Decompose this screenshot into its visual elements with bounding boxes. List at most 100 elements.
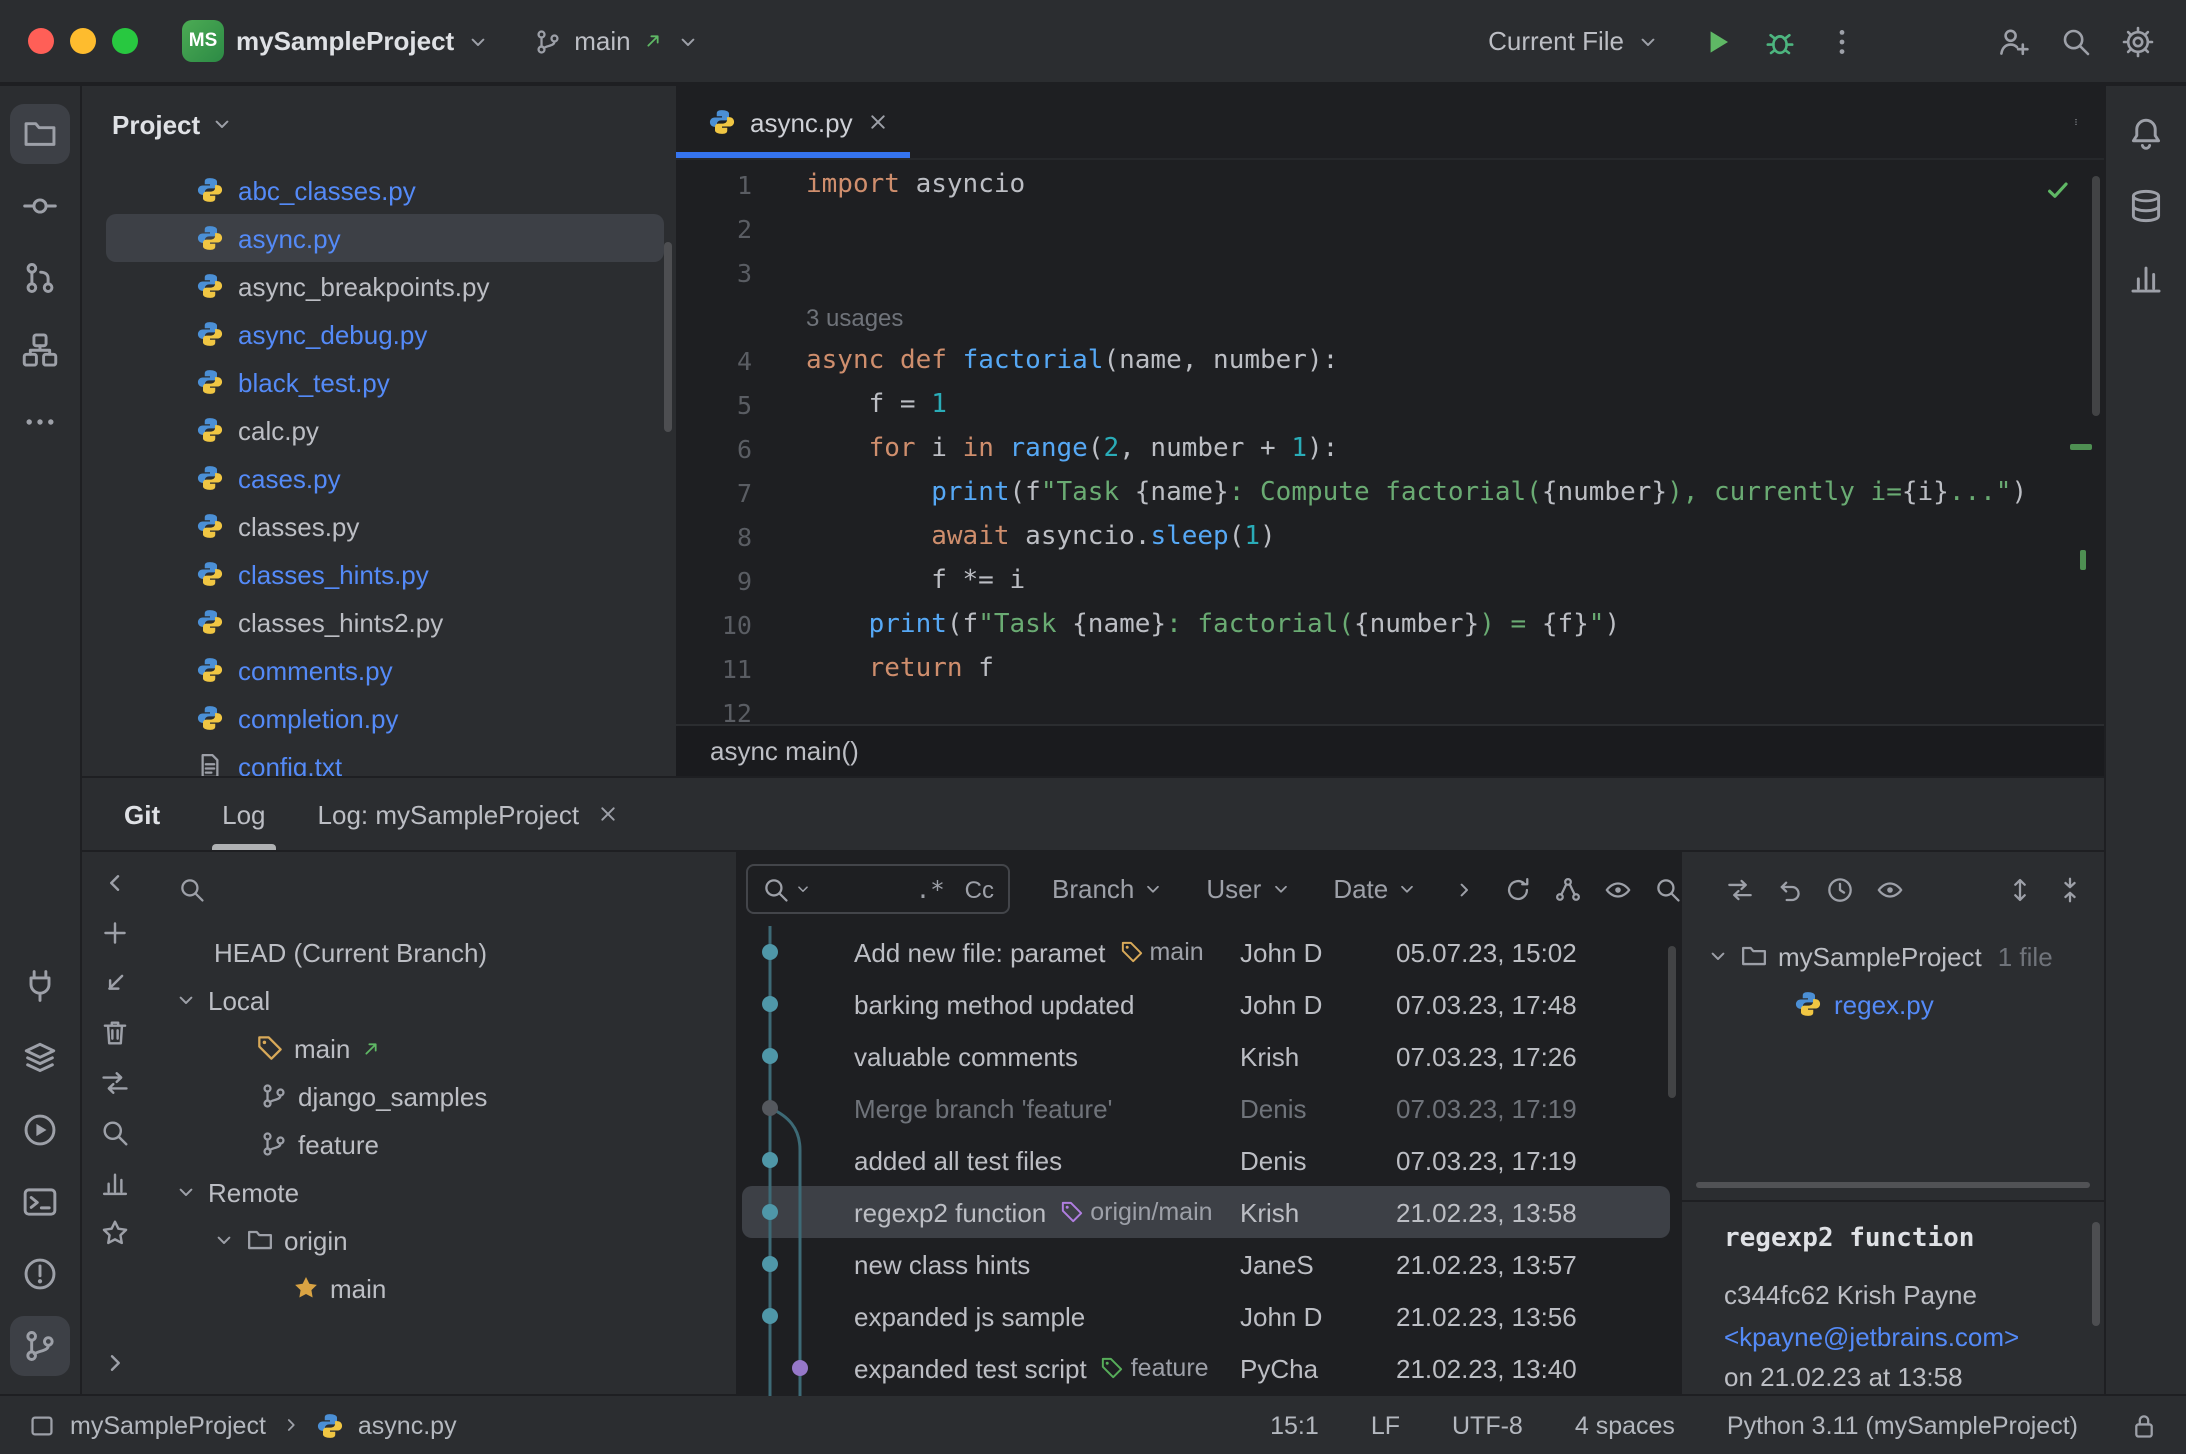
statistics-icon[interactable] (99, 1168, 129, 1198)
more-filters-icon[interactable] (1452, 877, 1476, 901)
commit-row[interactable]: barking method updated John D 07.03.23, 17… (736, 978, 1680, 1030)
branch-row[interactable]: feature (146, 1120, 736, 1168)
project-scrollbar[interactable] (664, 242, 672, 432)
trash-icon[interactable] (99, 1018, 129, 1048)
commit-row[interactable]: new class hints JaneS 21.02.23, 13:57 (736, 1238, 1680, 1290)
project-file-row[interactable]: classes_hints.py (106, 550, 664, 598)
notifications-tool-button[interactable] (2116, 104, 2176, 164)
project-selector[interactable]: MS mySampleProject (170, 12, 502, 70)
commit-search-box[interactable]: .* Cc (746, 864, 1010, 914)
close-window-button[interactable] (28, 28, 54, 54)
project-file-row[interactable]: calc.py (106, 406, 664, 454)
preview-icon[interactable] (1876, 876, 1904, 904)
branch-row[interactable]: HEAD (Current Branch) (146, 928, 736, 976)
caret-position[interactable]: 15:1 (1270, 1411, 1319, 1439)
structure-tool-button[interactable] (10, 320, 70, 380)
debug-button[interactable] (1764, 25, 1796, 57)
problems-tool-button[interactable] (10, 1244, 70, 1304)
indent-style[interactable]: 4 spaces (1575, 1411, 1675, 1439)
project-file-row[interactable]: abc_classes.py (106, 166, 664, 214)
breadcrumb[interactable]: async main() (710, 736, 859, 766)
eye-icon[interactable] (1604, 875, 1632, 903)
project-file-row[interactable]: cases.py (106, 454, 664, 502)
python-interpreter[interactable]: Python 3.11 (mySampleProject) (1727, 1411, 2078, 1439)
project-file-row[interactable]: classes.py (106, 502, 664, 550)
commit-row[interactable]: expanded test script feature PyCha 21.02.23… (736, 1342, 1680, 1394)
project-file-row[interactable]: config.txt (106, 742, 664, 776)
usages-inlay[interactable]: 3 usages (806, 304, 903, 332)
git-tab-log[interactable]: Log (196, 778, 291, 850)
commit-scrollbar[interactable] (1668, 946, 1676, 1098)
run-tool-button[interactable] (10, 1100, 70, 1160)
branch-row[interactable]: main (146, 1264, 736, 1312)
branch-row[interactable]: Local (146, 976, 736, 1024)
branch-row[interactable]: main (146, 1024, 736, 1072)
git-panel-title[interactable]: Git (82, 799, 196, 829)
add-icon[interactable] (99, 918, 129, 948)
branch-row[interactable]: django_samples (146, 1072, 736, 1120)
project-file-row[interactable]: completion.py (106, 694, 664, 742)
branch-search-row[interactable] (146, 852, 736, 928)
commit-row[interactable]: expanded js sample John D 21.02.23, 13:56 (736, 1290, 1680, 1342)
editor-options-icon[interactable] (2072, 106, 2104, 138)
inspections-ok-icon[interactable] (2044, 176, 2072, 204)
run-config-selector[interactable]: Current File (1476, 18, 1672, 64)
search-icon[interactable] (99, 1118, 129, 1148)
changed-files-root-row[interactable]: mySampleProject 1 file (1682, 932, 2104, 980)
collapse-all-icon[interactable] (2056, 876, 2084, 904)
expand-all-icon[interactable] (2006, 876, 2034, 904)
project-panel-header[interactable]: Project (82, 86, 676, 162)
commit-tool-button[interactable] (10, 176, 70, 236)
close-tab-icon[interactable] (867, 110, 891, 134)
pull-requests-tool-button[interactable] (10, 248, 70, 308)
checkout-arrow-icon[interactable] (99, 968, 129, 998)
terminal-tool-button[interactable] (10, 1172, 70, 1232)
settings-icon[interactable] (2122, 25, 2154, 57)
editor-scrollbar[interactable] (2092, 176, 2100, 416)
project-file-row[interactable]: async_breakpoints.py (106, 262, 664, 310)
commit-row[interactable]: regexp2 function origin/main Krish 21.02.23… (736, 1186, 1680, 1238)
more-tools-button[interactable] (10, 392, 70, 452)
project-file-row[interactable]: async.py (106, 214, 664, 262)
favorites-star-icon[interactable] (99, 1218, 129, 1248)
compare-icon[interactable] (1726, 876, 1754, 904)
graph-options-icon[interactable] (1554, 875, 1582, 903)
regex-toggle[interactable]: .* (916, 875, 945, 903)
search-everywhere-icon[interactable] (2060, 25, 2092, 57)
git-tab-log-project[interactable]: Log: mySampleProject (292, 778, 646, 850)
user-filter[interactable]: User (1206, 874, 1291, 904)
commit-row[interactable]: added all test files Denis 07.03.23, 17:19 (736, 1134, 1680, 1186)
status-file[interactable]: async.py (358, 1411, 457, 1439)
project-file-row[interactable]: classes_hints2.py (106, 598, 664, 646)
commit-row[interactable]: Merge branch 'feature' Denis 07.03.23, 17:… (736, 1082, 1680, 1134)
compare-branches-icon[interactable] (99, 1068, 129, 1098)
branch-row[interactable]: origin (146, 1216, 736, 1264)
branch-row[interactable]: Remote (146, 1168, 736, 1216)
project-file-row[interactable]: black_test.py (106, 358, 664, 406)
project-file-row[interactable]: async_debug.py (106, 310, 664, 358)
more-actions-icon[interactable] (1826, 25, 1858, 57)
zoom-window-button[interactable] (112, 28, 138, 54)
rollback-icon[interactable] (1776, 876, 1804, 904)
chevron-left-icon[interactable] (99, 868, 129, 898)
profiler-tool-button[interactable] (2116, 248, 2176, 308)
chevron-right-icon[interactable] (99, 1348, 129, 1378)
close-tab-icon[interactable] (595, 802, 619, 826)
project-tool-button[interactable] (10, 104, 70, 164)
changed-file-row[interactable]: regex.py (1682, 980, 2104, 1028)
branch-filter[interactable]: Branch (1052, 874, 1164, 904)
lock-icon[interactable] (2130, 1411, 2158, 1439)
horizontal-scrollbar[interactable] (1696, 1182, 2090, 1188)
services-tool-button[interactable] (10, 1028, 70, 1088)
minimize-window-button[interactable] (70, 28, 96, 54)
project-file-row[interactable]: comments.py (106, 646, 664, 694)
project-window-icon[interactable] (28, 1411, 56, 1439)
git-tool-button[interactable] (10, 1316, 70, 1376)
run-button[interactable] (1702, 25, 1734, 57)
date-filter[interactable]: Date (1333, 874, 1418, 904)
history-icon[interactable] (1826, 876, 1854, 904)
branch-selector[interactable]: main (522, 18, 712, 64)
code-with-me-icon[interactable] (1998, 25, 2030, 57)
editor-tab-async[interactable]: async.py (676, 86, 912, 158)
commit-author-email[interactable]: <kpayne@jetbrains.com> (1724, 1319, 2076, 1354)
